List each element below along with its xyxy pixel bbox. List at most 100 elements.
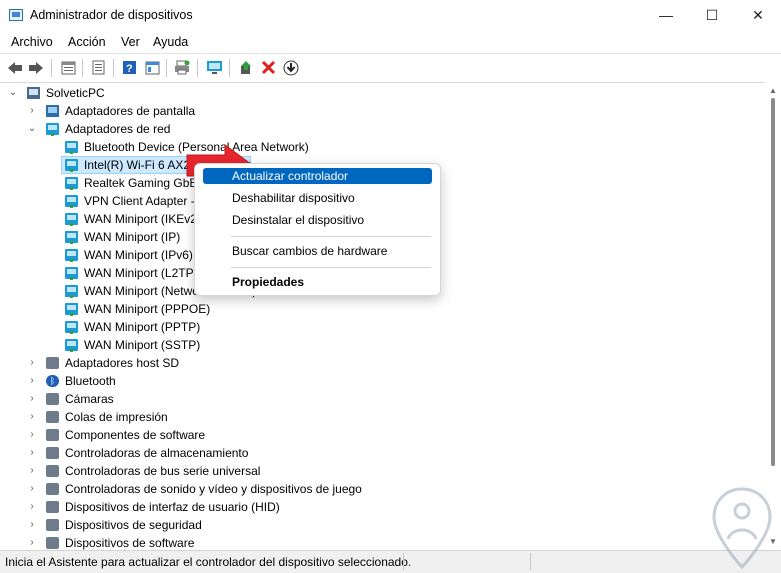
expand-chevron-icon[interactable]: › (27, 426, 37, 444)
expand-chevron-icon[interactable]: › (27, 408, 37, 426)
network-adapter-icon (65, 303, 78, 316)
close-button[interactable]: ✕ (735, 0, 781, 32)
tree-root[interactable]: ⌄ SolveticPC (0, 84, 700, 102)
software-device-icon (46, 537, 59, 549)
toolbar: ? (0, 53, 781, 83)
device-label: WAN Miniport (SSTP) (84, 338, 201, 352)
tree-category-security-devices[interactable]: › Dispositivos de seguridad (0, 516, 700, 534)
network-adapter-icon (65, 141, 78, 154)
tree-category-sound-video[interactable]: › Controladoras de sonido y vídeo y disp… (0, 480, 700, 498)
tree-category-hid[interactable]: › Dispositivos de interfaz de usuario (H… (0, 498, 700, 516)
expand-chevron-icon[interactable]: › (27, 534, 37, 550)
device-label: WAN Miniport (PPTP) (84, 320, 201, 334)
menu-disable-device[interactable]: Deshabilitar dispositivo (203, 190, 432, 206)
category-label: Controladoras de sonido y vídeo y dispos… (65, 482, 362, 496)
tree-category-display-adapters[interactable]: › Adaptadores de pantalla (0, 102, 700, 120)
maximize-button[interactable]: ☐ (689, 0, 735, 32)
network-adapter-icon (65, 195, 78, 208)
expand-chevron-icon[interactable]: › (27, 372, 37, 390)
menu-item-label: Buscar cambios de hardware (232, 244, 388, 258)
printer-icon (46, 411, 59, 423)
menu-ver[interactable]: Ver (121, 35, 140, 49)
category-label: Dispositivos de seguridad (65, 518, 202, 532)
hid-icon (46, 501, 59, 513)
collapse-chevron-icon[interactable]: ⌄ (27, 120, 37, 138)
menu-scan-hardware[interactable]: Buscar cambios de hardware (203, 243, 432, 259)
expand-chevron-icon[interactable]: › (27, 354, 37, 372)
monitor-icon (46, 105, 59, 117)
network-adapter-icon (65, 321, 78, 334)
device-tree[interactable]: ⌄ SolveticPC › Adaptadores de pantalla ⌄… (0, 82, 765, 550)
scrollbar-thumb[interactable] (771, 98, 775, 466)
driver-details-icon[interactable] (89, 59, 107, 76)
device-manager-icon (9, 9, 23, 21)
uninstall-icon[interactable] (259, 59, 277, 76)
toolbar-separator (197, 59, 198, 77)
expand-chevron-icon[interactable]: › (27, 444, 37, 462)
expand-chevron-icon[interactable]: › (27, 498, 37, 516)
help-icon[interactable]: ? (120, 59, 138, 76)
menu-ayuda[interactable]: Ayuda (153, 35, 188, 49)
menu-properties[interactable]: Propiedades (203, 274, 432, 290)
monitor-icon[interactable] (205, 59, 223, 76)
menu-uninstall-device[interactable]: Desinstalar el dispositivo (203, 212, 432, 228)
tree-category-software-devices[interactable]: › Dispositivos de software (0, 534, 700, 550)
security-device-icon (46, 519, 59, 531)
menu-separator (231, 236, 431, 237)
svg-text:?: ? (126, 63, 133, 75)
menu-item-label: Deshabilitar dispositivo (232, 191, 355, 205)
forward-icon[interactable] (27, 59, 45, 76)
collapse-chevron-icon[interactable]: ⌄ (8, 84, 18, 102)
tree-category-sd-host[interactable]: › Adaptadores host SD (0, 354, 700, 372)
scroll-up-arrow-icon[interactable]: ▲ (769, 86, 777, 95)
expand-chevron-icon[interactable]: › (27, 480, 37, 498)
status-divider (530, 553, 531, 570)
toolbar-separator (166, 59, 167, 77)
title-bar: Administrador de dispositivos — ☐ ✕ (0, 0, 781, 32)
tree-category-cameras[interactable]: › Cámaras (0, 390, 700, 408)
print-icon[interactable] (173, 59, 191, 76)
tree-device-item[interactable]: Bluetooth Device (Personal Area Network) (0, 138, 700, 156)
update-driver-icon[interactable] (237, 59, 255, 76)
download-icon[interactable] (282, 59, 300, 76)
status-divider (403, 553, 404, 570)
network-adapter-icon (65, 339, 78, 352)
status-bar: Inicia el Asistente para actualizar el c… (0, 550, 781, 573)
expand-chevron-icon[interactable]: › (27, 390, 37, 408)
tree-category-usb-controllers[interactable]: › Controladoras de bus serie universal (0, 462, 700, 480)
sd-host-icon (46, 357, 59, 369)
tree-category-storage-controllers[interactable]: › Controladoras de almacenamiento (0, 444, 700, 462)
minimize-button[interactable]: — (643, 0, 689, 32)
menu-accion[interactable]: Acción (68, 35, 106, 49)
toolbar-separator (51, 59, 52, 77)
window-title: Administrador de dispositivos (30, 8, 193, 22)
device-label: WAN Miniport (PPPOE) (84, 302, 211, 316)
bluetooth-icon: ᛒ (46, 375, 59, 387)
toolbar-separator (113, 59, 114, 77)
tree-category-print-queues[interactable]: › Colas de impresión (0, 408, 700, 426)
vertical-scrollbar[interactable]: ▲ ▼ (765, 82, 781, 550)
view-icon[interactable] (143, 59, 161, 76)
expand-chevron-icon[interactable]: › (27, 516, 37, 534)
context-menu: Actualizar controlador Deshabilitar disp… (194, 163, 441, 296)
tree-category-bluetooth[interactable]: › ᛒ Bluetooth (0, 372, 700, 390)
tree-category-software-components[interactable]: › Componentes de software (0, 426, 700, 444)
menu-update-driver[interactable]: Actualizar controlador (203, 168, 432, 184)
menu-bar: Archivo Acción Ver Ayuda (0, 32, 781, 52)
menu-archivo[interactable]: Archivo (11, 35, 53, 49)
tree-device-item[interactable]: WAN Miniport (PPTP) (0, 318, 700, 336)
tree-device-item[interactable]: WAN Miniport (PPPOE) (0, 300, 700, 318)
status-text: Inicia el Asistente para actualizar el c… (5, 555, 412, 569)
menu-item-label: Actualizar controlador (232, 169, 349, 183)
expand-chevron-icon[interactable]: › (27, 462, 37, 480)
network-adapter-icon (65, 249, 78, 262)
tree-category-network-adapters[interactable]: ⌄ Adaptadores de red (0, 120, 700, 138)
device-label: WAN Miniport (L2TP) (84, 266, 198, 280)
back-icon[interactable] (6, 59, 24, 76)
storage-icon (46, 447, 59, 459)
expand-chevron-icon[interactable]: › (27, 102, 37, 120)
properties-icon[interactable] (59, 59, 77, 76)
network-adapter-icon (65, 267, 78, 280)
network-adapter-icon (65, 159, 78, 172)
tree-device-item[interactable]: WAN Miniport (SSTP) (0, 336, 700, 354)
